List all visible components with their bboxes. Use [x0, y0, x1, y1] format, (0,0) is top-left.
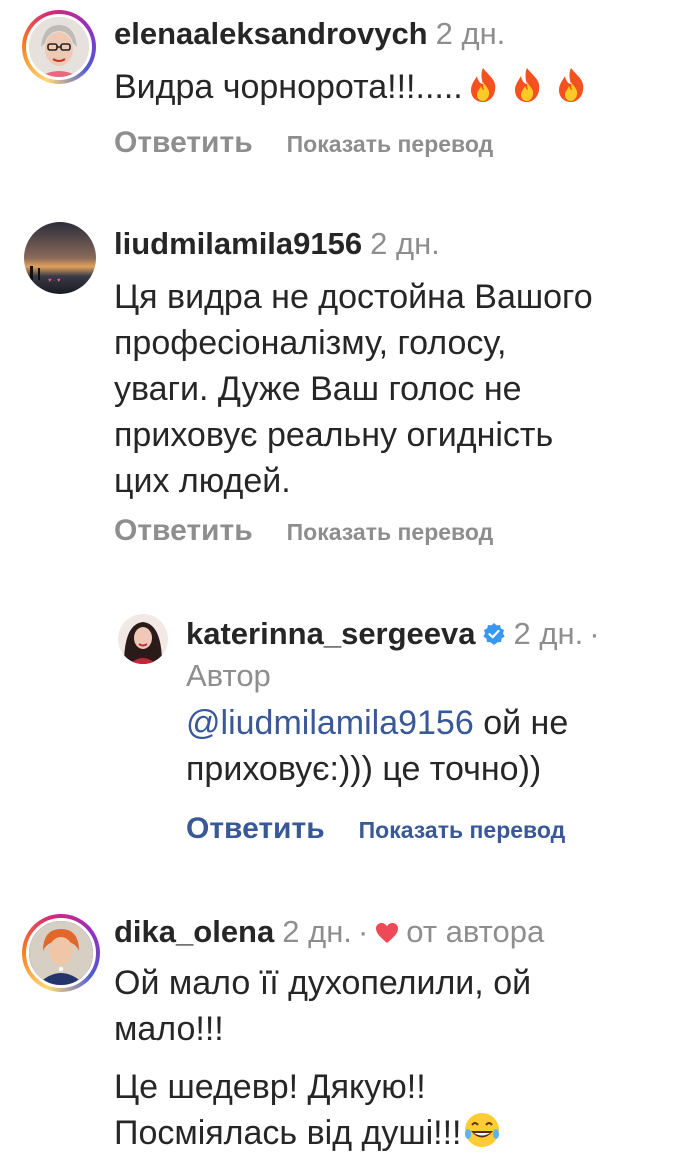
heart-icon — [374, 917, 400, 943]
username[interactable]: elenaaleksandrovych — [114, 16, 428, 51]
reply-button[interactable]: Ответить — [114, 514, 253, 547]
comment-dika-olena: dika_olena 2 дн. · от автора Ой мало її ду… — [0, 900, 700, 1166]
username[interactable]: dika_olena — [114, 914, 274, 949]
comment-header: dika_olena 2 дн. · от автора — [114, 914, 545, 949]
timestamp: 2 дн. — [513, 616, 584, 651]
comment-header: katerinna_sergeeva 2 дн. · — [186, 616, 600, 651]
reply-katerinna-sergeeva: katerinna_sergeeva 2 дн. · Автор @liudmil… — [0, 600, 700, 860]
comment-text: Ця видра не достойна Вашого професіоналі… — [114, 278, 593, 500]
username[interactable]: liudmilamila9156 — [114, 226, 362, 261]
avatar[interactable]: ♥ · ♥ — [24, 222, 96, 294]
timestamp: 2 дн. — [282, 914, 352, 949]
show-translation-link[interactable]: Показать перевод — [287, 519, 494, 545]
laughing-face-icon — [462, 1110, 502, 1162]
fire-icon — [463, 64, 593, 116]
avatar[interactable] — [22, 914, 100, 992]
svg-text:♥ · ♥: ♥ · ♥ — [48, 278, 61, 284]
comment-actions: Ответить Показать перевод — [114, 514, 493, 548]
comment-text: Видра чорнорота!!!..... — [114, 64, 593, 116]
author-badge: Автор — [186, 658, 271, 693]
comment-actions: Ответить Показать перевод — [114, 126, 493, 160]
reply-button[interactable]: Ответить — [186, 812, 325, 845]
timestamp: 2 дн. — [435, 16, 506, 51]
mention-link[interactable]: @liudmilamila9156 — [186, 704, 474, 742]
comment-text: Ой мало її духопелили, ой мало!!! Це шед… — [114, 960, 531, 1162]
comment-header: liudmilamila9156 2 дн. — [114, 226, 440, 262]
comment-text: @liudmilamila9156 ой не приховує:))) це … — [186, 704, 569, 788]
show-translation-link[interactable]: Показать перевод — [359, 817, 566, 843]
avatar[interactable] — [22, 10, 96, 84]
avatar[interactable] — [118, 614, 168, 664]
comment-header: elenaaleksandrovych 2 дн. — [114, 16, 505, 52]
show-translation-link[interactable]: Показать перевод — [287, 131, 494, 157]
timestamp: 2 дн. — [370, 226, 440, 261]
comment-actions: Ответить Показать перевод — [186, 812, 565, 846]
comment-elenaaleksandrovych: elenaaleksandrovych 2 дн. Видра чорнорота… — [0, 0, 700, 180]
reply-button[interactable]: Ответить — [114, 126, 253, 159]
verified-badge-icon — [482, 618, 506, 645]
liked-by-author-label: от автора — [406, 914, 545, 949]
comment-liudmilamila9156: ♥ · ♥ liudmilamila9156 2 дн. Ця видра не … — [0, 200, 700, 570]
username[interactable]: katerinna_sergeeva — [186, 616, 476, 651]
